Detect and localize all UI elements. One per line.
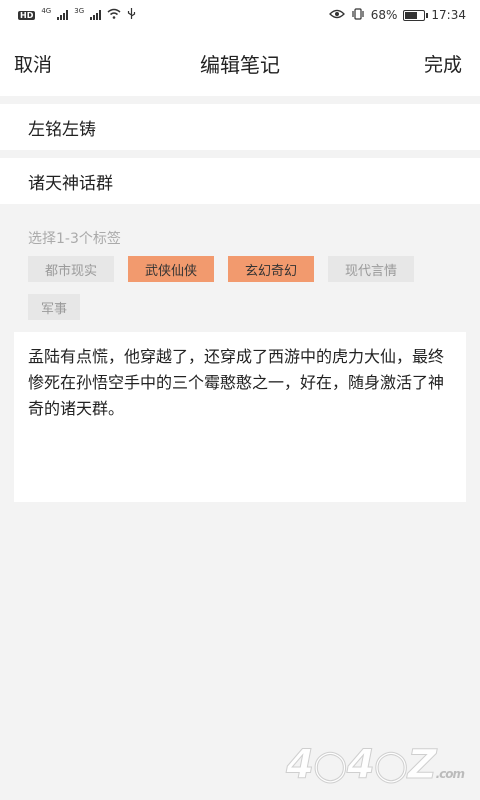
header: 取消 编辑笔记 完成 <box>0 30 480 96</box>
battery-icon <box>403 9 429 21</box>
title-field[interactable]: 左铭左铸 <box>0 104 480 150</box>
watermark-text: 4○4○Z <box>286 742 437 789</box>
status-left: HD 4G 3G <box>18 7 136 23</box>
page-title: 编辑笔记 <box>200 52 280 77</box>
status-right: 68% 17:34 <box>328 7 466 23</box>
watermark-logo: 4○4○Z.com <box>286 742 465 789</box>
signal-icon <box>57 10 69 20</box>
eye-icon <box>328 8 345 22</box>
cancel-button[interactable]: 取消 <box>14 50 52 77</box>
usb-icon <box>127 7 136 23</box>
tag-romance[interactable]: 现代言情 <box>328 256 414 282</box>
network-type-1: 4G <box>41 7 52 15</box>
tag-urban[interactable]: 都市现实 <box>28 256 114 282</box>
tag-fantasy[interactable]: 玄幻奇幻 <box>228 256 314 282</box>
done-button[interactable]: 完成 <box>424 50 462 77</box>
battery-percent: 68% <box>370 8 398 22</box>
tags-hint: 选择1-3个标签 <box>28 231 121 247</box>
tag-list: 都市现实 武侠仙侠 玄幻奇幻 现代言情 军事 <box>28 256 448 320</box>
status-bar: HD 4G 3G 68% 17:34 <box>0 0 480 30</box>
tags-section: 选择1-3个标签 都市现实 武侠仙侠 玄幻奇幻 现代言情 军事 <box>0 212 480 326</box>
battery-fill <box>405 11 418 19</box>
vibrate-icon <box>351 7 365 23</box>
tag-wuxia[interactable]: 武侠仙侠 <box>128 256 214 282</box>
tag-military[interactable]: 军事 <box>28 294 80 320</box>
subtitle-field[interactable]: 诸天神话群 <box>0 158 480 204</box>
edit-note-screen: HD 4G 3G 68% 17:34 取消 编辑笔记 完成 左铭左铸 诸天神话群… <box>0 0 480 800</box>
clock: 17:34 <box>431 8 466 22</box>
note-content-input[interactable]: 孟陆有点慌，他穿越了，还穿成了西游中的虎力大仙，最终惨死在孙悟空手中的三个霉憨憨… <box>14 332 466 502</box>
wifi-icon <box>107 8 121 22</box>
signal-icon-2 <box>90 10 102 20</box>
hd-icon: HD <box>18 10 36 20</box>
watermark-suffix: .com <box>435 767 465 781</box>
network-type-2: 3G <box>74 7 85 15</box>
